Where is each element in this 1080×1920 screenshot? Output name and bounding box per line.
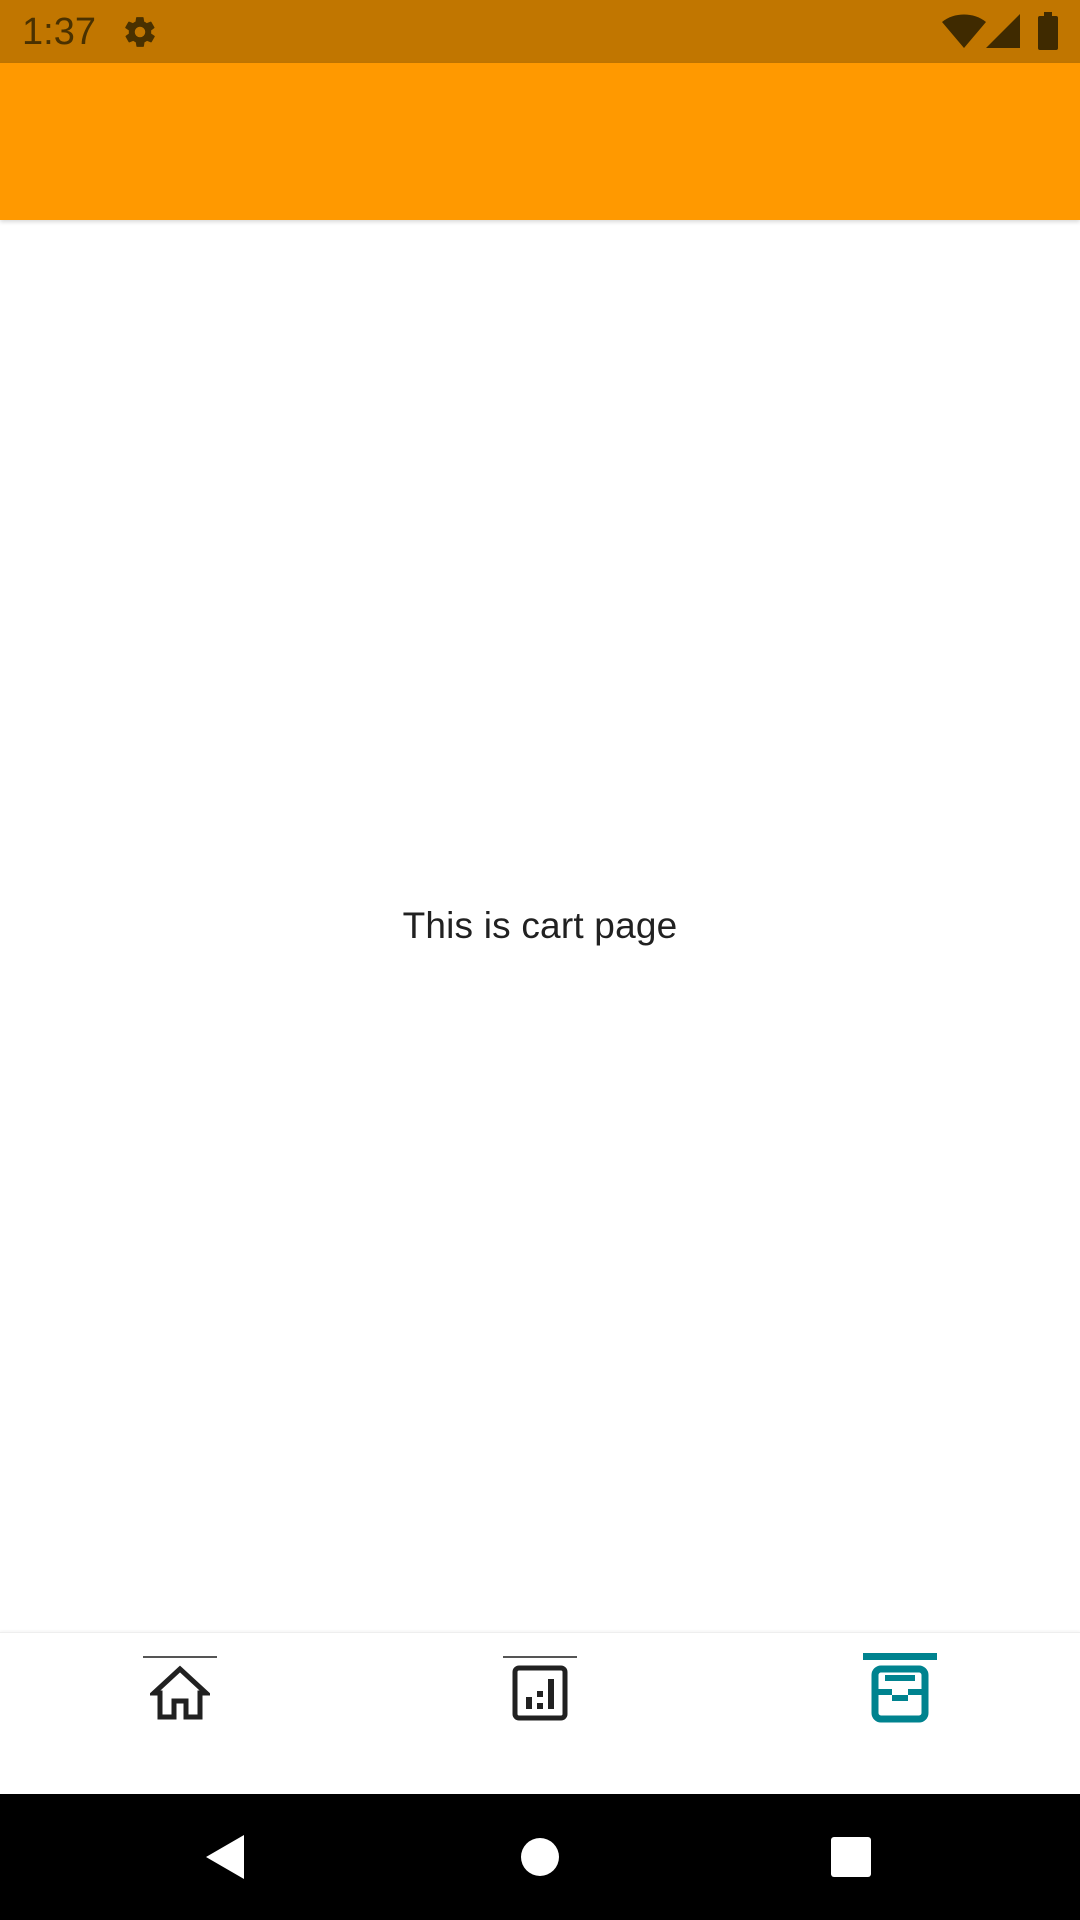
nav-item-home[interactable] [0, 1633, 360, 1795]
nav-item-chart[interactable] [360, 1633, 720, 1795]
nav-item-cart[interactable] [720, 1633, 1080, 1795]
cart-icon [871, 1665, 929, 1723]
screen: 1:37 This is cart page [0, 0, 1080, 1920]
nav-indicator [503, 1656, 577, 1658]
signal-icon [986, 14, 1020, 48]
gear-icon [125, 17, 155, 47]
app-bar [0, 63, 1080, 220]
page-message: This is cart page [402, 905, 678, 946]
page-body: This is cart page [0, 220, 1080, 1632]
home-icon [150, 1665, 210, 1720]
battery-icon [1038, 12, 1058, 50]
status-time: 1:37 [22, 11, 96, 53]
system-nav-bar [0, 1794, 1080, 1920]
home-circle-icon[interactable] [510, 1827, 570, 1887]
recents-icon[interactable] [820, 1827, 880, 1887]
back-icon[interactable] [196, 1827, 256, 1887]
bottom-nav [0, 1632, 1080, 1794]
status-bar: 1:37 [0, 0, 1080, 63]
nav-indicator [143, 1656, 217, 1658]
nav-indicator-active [863, 1653, 937, 1660]
wifi-icon [942, 14, 986, 48]
chart-icon [512, 1665, 568, 1721]
